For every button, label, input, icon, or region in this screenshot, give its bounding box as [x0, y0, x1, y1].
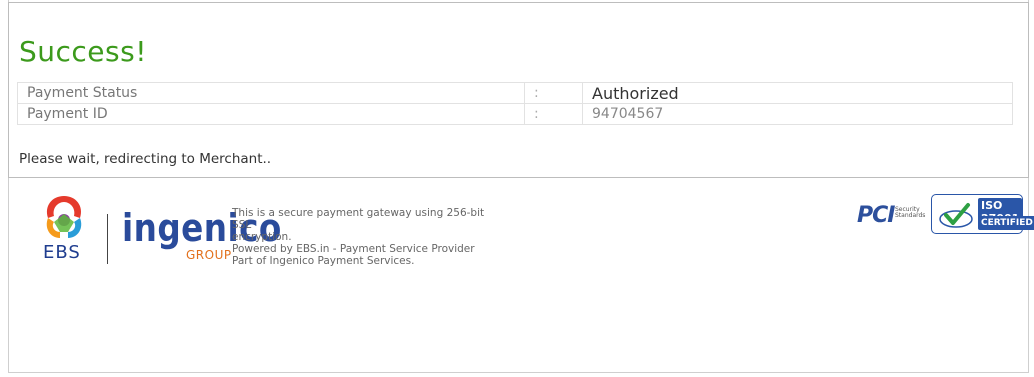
- ebs-logo-text: EBS: [43, 242, 81, 263]
- pci-subtext: Security Standards: [895, 207, 925, 219]
- footer-line-3: Powered by EBS.in - Payment Service Prov…: [232, 243, 475, 255]
- payment-status-label: Payment Status: [17, 82, 525, 104]
- separator: :: [524, 82, 583, 104]
- redirect-message: Please wait, redirecting to Merchant..: [19, 151, 272, 167]
- table-row: Payment ID : 94704567: [17, 103, 1013, 125]
- payment-status-value: Authorized: [582, 82, 1013, 104]
- separator: :: [524, 103, 583, 125]
- footer-line-2: encryption.: [232, 231, 292, 243]
- certification-badges: PCI Security Standards ISO 27001 CERTIFI…: [857, 192, 1034, 238]
- page-title: Success!: [19, 35, 147, 68]
- pci-sub-line-2: Standards: [895, 212, 926, 219]
- payment-status-table: Payment Status : Authorized Payment ID :…: [17, 82, 1013, 125]
- footer-line-1: This is a secure payment gateway using 2…: [232, 207, 485, 231]
- iso-check-icon: [939, 203, 973, 228]
- iso-badge: ISO 27001 CERTIFIED: [931, 194, 1034, 234]
- logo-divider: [107, 214, 108, 264]
- ingenico-group-text: GROUP: [186, 248, 232, 262]
- table-row: Payment Status : Authorized: [17, 82, 1013, 104]
- pci-logo-text: PCI: [857, 203, 895, 228]
- payment-id-value: 94704567: [582, 103, 1013, 125]
- footer-line-4: Part of Ingenico Payment Services.: [232, 255, 415, 267]
- iso-bottom-label: CERTIFIED: [978, 216, 1034, 230]
- footer-info: This is a secure payment gateway using 2…: [232, 207, 492, 267]
- payment-id-label: Payment ID: [17, 103, 525, 125]
- pci-logo-icon: PCI Security Standards: [857, 200, 927, 228]
